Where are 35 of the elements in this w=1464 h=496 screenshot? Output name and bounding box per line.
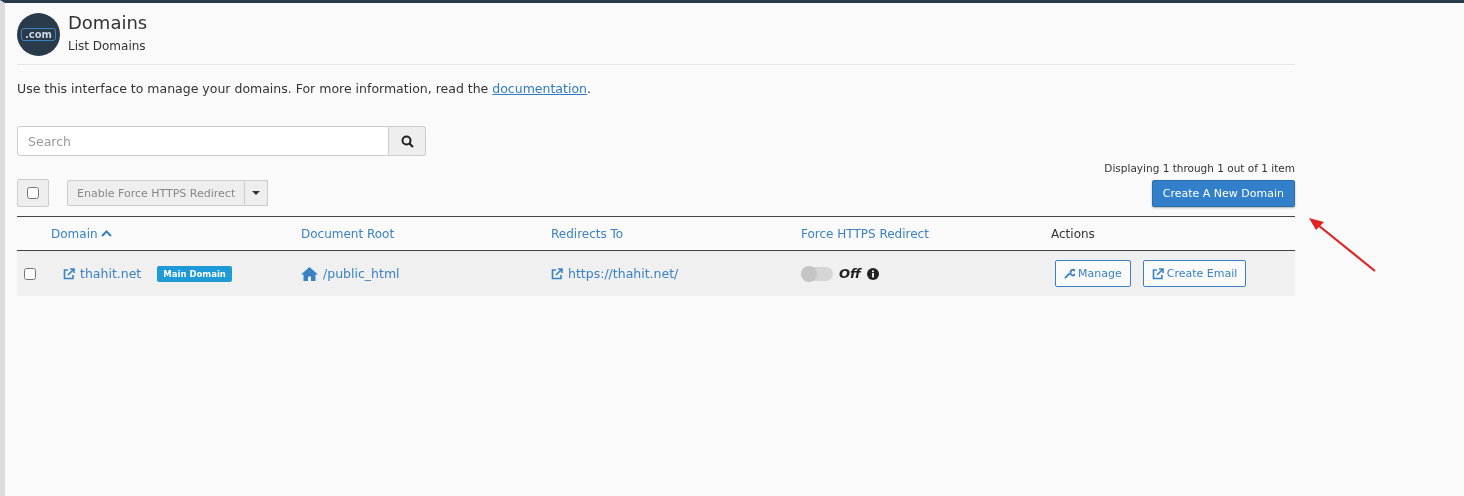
select-all-checkbox[interactable] [27,187,39,199]
create-domain-button[interactable]: Create A New Domain [1151,179,1295,207]
info-icon [866,267,879,280]
redirect-link[interactable]: https://thahit.net/ [551,266,679,281]
logo-text: .com [21,28,56,41]
search-icon [400,134,414,148]
page-title: Domains [68,12,148,33]
external-link-icon [551,267,563,280]
home-icon [301,266,318,281]
wrench-icon [1064,268,1075,279]
paging-text: Displaying 1 through 1 out of 1 item [1104,162,1295,174]
create-email-button[interactable]: Create Email [1142,260,1247,287]
column-header: Actions [1051,226,1095,241]
domain-link[interactable]: thahit.net [63,266,142,281]
search-field[interactable]: Search [17,126,389,156]
sort-up-icon [100,230,112,237]
search-button[interactable] [389,126,426,156]
manage-button[interactable]: Manage [1055,260,1131,287]
document-root-link[interactable]: /public_html [301,266,400,281]
documentation-link[interactable]: documentation [492,81,587,96]
row-checkbox[interactable] [24,267,36,280]
main-domain-tag: Main Domain [157,265,232,282]
intro-text: Use this interface to manage your domains. For more information, read the documentation. [17,81,592,96]
external-link-icon [1151,267,1164,280]
column-header[interactable]: Redirects To [551,226,624,241]
dropdown-button[interactable] [245,180,269,206]
toggle-state-label: Off [839,266,861,281]
caret-icon [252,191,261,195]
column-header[interactable]: Document Root [301,226,395,241]
page-subtitle: List Domains [68,39,147,53]
external-link-icon [63,267,75,280]
column-header[interactable]: Domain [51,226,112,241]
select-all-control[interactable] [17,179,49,207]
toggle-switch[interactable] [801,266,833,281]
column-header[interactable]: Force HTTPS Redirect [801,226,929,241]
